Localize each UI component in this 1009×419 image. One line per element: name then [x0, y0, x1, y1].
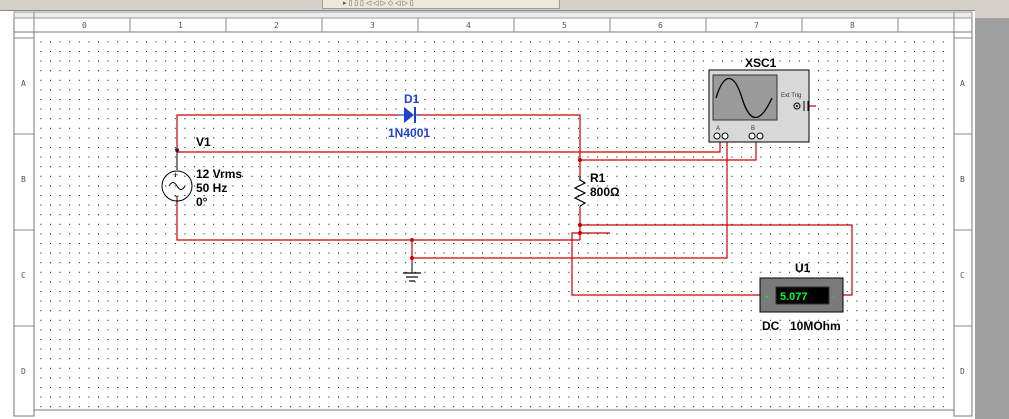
dot-grid	[36, 38, 952, 410]
right-ruler	[953, 31, 973, 417]
junction-3	[410, 256, 414, 260]
top-ruler-strip	[13, 11, 973, 19]
multimeter-mode: DC	[762, 319, 780, 333]
scope-screen	[712, 74, 778, 121]
source-voltage: 12 Vrms	[196, 167, 242, 181]
ruler-left-d: D	[21, 367, 26, 376]
scope-terminal-b-pos[interactable]	[748, 132, 756, 140]
ruler-right-b: B	[960, 175, 965, 184]
ruler-right-c: C	[960, 271, 965, 280]
diode-name: D1	[404, 92, 420, 106]
ruler-top-0: 0	[82, 21, 87, 30]
scope-name: XSC1	[745, 56, 777, 70]
ruler-top-1: 1	[178, 21, 183, 30]
resistor-value: 800Ω	[590, 185, 620, 199]
junction-2	[410, 238, 414, 242]
scope-channel-a: A	[716, 126, 720, 132]
ruler-left-c: C	[21, 271, 26, 280]
multimeter-reading: 5.077	[780, 291, 808, 303]
source-name: V1	[196, 135, 211, 149]
ruler-top-3: 3	[370, 21, 375, 30]
ruler-top-6: 6	[658, 21, 663, 30]
left-ruler	[13, 31, 35, 417]
scope-terminal-a-neg[interactable]	[721, 132, 729, 140]
svg-text:−: −	[174, 191, 179, 201]
ruler-top-5: 5	[562, 21, 567, 30]
source-frequency: 50 Hz	[196, 181, 227, 195]
scope-terminal-b-neg[interactable]	[756, 132, 764, 140]
multimeter-impedance: 10MOhm	[790, 319, 841, 333]
scope-channel-b: B	[751, 126, 755, 132]
ruler-left-b: B	[21, 175, 26, 184]
junction-5	[578, 231, 582, 235]
ruler-top-4: 4	[466, 21, 471, 30]
multimeter-pos-icon: +	[765, 294, 769, 301]
scope-terminal-a-pos[interactable]	[713, 132, 721, 140]
ruler-top-2: 2	[274, 21, 279, 30]
schematic-svg: 0 1 2 3 4 5 6 7 8 A B C D A B C D + − V1…	[13, 11, 973, 417]
scope-ext-trig: Ext Trig	[781, 93, 801, 99]
source-phase: 0°	[196, 195, 208, 209]
junction-4	[578, 223, 582, 227]
ruler-right-a: A	[960, 79, 965, 88]
svg-text:+: +	[173, 170, 178, 180]
junction-1	[578, 158, 582, 162]
resistor-name: R1	[590, 171, 606, 185]
ruler-right-d: D	[960, 367, 965, 376]
ruler-top-7: 7	[754, 21, 759, 30]
ruler-top-8: 8	[850, 21, 855, 30]
ruler-left-a: A	[21, 79, 26, 88]
diode-model: 1N4001	[388, 126, 430, 140]
multimeter-name: U1	[795, 261, 811, 275]
multisim-window: ▸ ▯ ▯ ▯ ◁ ◁ ▷ ◇ ◁ ▷ ▯ 0 1 2 3 4 5 6 7 8 …	[0, 0, 1009, 419]
